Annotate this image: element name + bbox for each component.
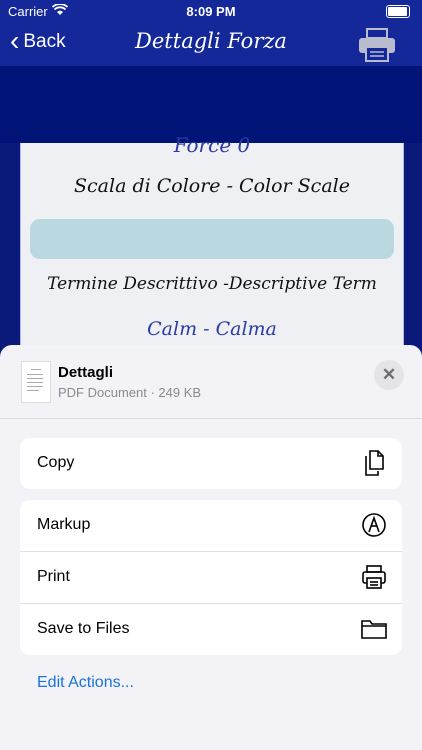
document-meta: PDF Document · 249 KB: [58, 385, 202, 400]
markup-action[interactable]: Markup: [20, 500, 402, 552]
header-band: [0, 66, 422, 143]
save-to-files-action[interactable]: Save to Files: [20, 604, 402, 655]
color-swatch: [30, 219, 394, 259]
markup-icon: [361, 512, 387, 538]
battery-icon: [386, 5, 410, 18]
share-sheet-header: Dettagli PDF Document · 249 KB ✕: [0, 345, 422, 419]
printer-icon: [361, 564, 387, 590]
descriptive-term-label: Termine Descrittivo -Descriptive Term: [47, 274, 377, 294]
color-scale-label: Scala di Colore - Color Scale: [74, 175, 350, 197]
action-group-file: Markup Print Save to Files: [20, 500, 402, 655]
print-action[interactable]: Print: [20, 552, 402, 604]
status-bar: Carrier 8:09 PM: [0, 0, 422, 22]
force-title: Force 0: [173, 133, 251, 157]
copy-action[interactable]: Copy: [20, 438, 402, 489]
share-sheet: Dettagli PDF Document · 249 KB ✕ Copy Ma…: [0, 345, 422, 750]
close-button[interactable]: ✕: [374, 360, 404, 390]
printer-icon[interactable]: [358, 28, 396, 62]
edit-actions-link[interactable]: Edit Actions...: [37, 674, 134, 692]
markup-label: Markup: [37, 516, 91, 533]
document-thumbnail: [21, 361, 51, 403]
navigation-bar: ‹ Back Dettagli Forza: [0, 22, 422, 66]
force-detail-card: Force 0 Scala di Colore - Color Scale Te…: [20, 133, 404, 353]
descriptive-term-value: Calm - Calma: [147, 318, 277, 340]
folder-icon: [361, 616, 387, 642]
print-label: Print: [37, 568, 70, 585]
clock-label: 8:09 PM: [186, 4, 236, 19]
copy-icon: [361, 450, 387, 476]
save-to-files-label: Save to Files: [37, 620, 130, 637]
action-group-copy: Copy: [20, 438, 402, 489]
document-name: Dettagli: [58, 364, 114, 381]
copy-label: Copy: [37, 454, 75, 471]
